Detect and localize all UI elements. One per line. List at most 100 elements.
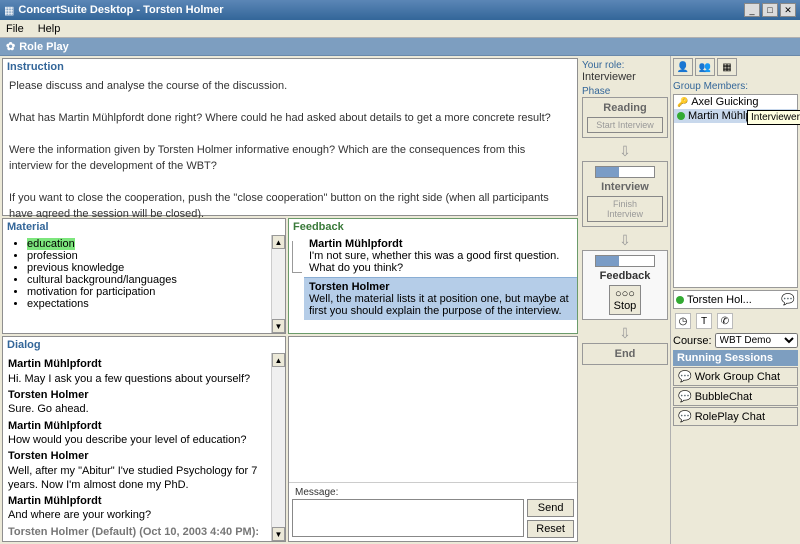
course-row: Course: WBT Demo	[673, 333, 798, 348]
close-button[interactable]: ✕	[780, 3, 796, 17]
instruction-p3: Were the information given by Torsten Ho…	[9, 143, 571, 175]
group-members-label: Group Members:	[673, 81, 798, 92]
arrow-down-icon: ⇩	[582, 325, 668, 342]
message-label: Message:	[292, 486, 574, 499]
course-select[interactable]: WBT Demo	[715, 333, 798, 348]
online-dot-icon	[676, 296, 684, 304]
minimize-button[interactable]: _	[744, 3, 760, 17]
window-title: ConcertSuite Desktop - Torsten Holmer	[14, 4, 742, 16]
maximize-button[interactable]: □	[762, 3, 778, 17]
material-panel: Material education profession previous k…	[2, 218, 286, 334]
role-tooltip: Interviewer	[747, 110, 800, 125]
chat-icon: 💬	[678, 410, 692, 423]
app-icon: ▦	[4, 4, 14, 17]
dialog-line: Sure. Go ahead.	[8, 403, 89, 415]
phase-reading: Reading Start Interview	[582, 97, 668, 138]
feedback-author: Torsten Holmer	[309, 281, 389, 293]
menu-help[interactable]: Help	[38, 23, 61, 35]
member-name: Axel Guicking	[691, 96, 758, 108]
material-item[interactable]: profession	[27, 250, 265, 262]
text-icon[interactable]: T	[696, 313, 712, 329]
instruction-label: Instruction	[3, 59, 577, 75]
session-item[interactable]: 💬 RolePlay Chat	[673, 407, 798, 426]
panel-title: ✿ Role Play	[0, 38, 800, 56]
running-sessions: Running Sessions 💬 Work Group Chat 💬 Bub…	[673, 350, 798, 426]
start-interview-button: Start Interview	[587, 117, 663, 133]
roleplay-icon: ✿	[6, 40, 15, 53]
your-role: Your role: Interviewer	[582, 60, 668, 83]
instruction-p1: Please discuss and analyse the course of…	[9, 79, 571, 95]
stop-icon: ○○○	[615, 288, 635, 300]
reset-button[interactable]: Reset	[527, 520, 574, 538]
arrow-down-icon: ⇩	[582, 232, 668, 249]
material-item[interactable]: expectations	[27, 298, 265, 310]
phone-icon[interactable]: ✆	[717, 313, 733, 329]
material-item[interactable]: motivation for participation	[27, 286, 265, 298]
member-row[interactable]: 🔑 Axel Guicking	[674, 95, 797, 109]
dialog-line: Hi. May I ask you a few questions about …	[8, 373, 250, 385]
material-scrollbar[interactable]: ▲ ▼	[271, 235, 285, 333]
speech-icon: 💬	[781, 293, 795, 306]
panel-title-text: Role Play	[19, 41, 69, 53]
online-dot-icon	[677, 112, 685, 120]
session-item[interactable]: 💬 Work Group Chat	[673, 367, 798, 386]
finish-interview-button: Finish Interview	[587, 196, 663, 222]
phase-column: Your role: Interviewer Phase Reading Sta…	[580, 56, 670, 544]
chat-icon: 💬	[678, 370, 692, 383]
right-tabs: 👤 👥 ▦	[673, 58, 798, 76]
clock-icon[interactable]: ◷	[675, 313, 691, 329]
dialog-line: How would you describe your level of edu…	[8, 434, 246, 446]
feedback-entry[interactable]: Torsten Holmer Well, the material lists …	[304, 278, 577, 320]
status-row: Torsten Hol... 💬	[673, 290, 798, 309]
phase-end: End	[582, 343, 668, 365]
dialog-scrollbar[interactable]: ▲ ▼	[271, 353, 285, 541]
feedback-panel: Feedback Martin Mühlpfordt I'm not sure,…	[288, 218, 578, 334]
tab-group-icon[interactable]: 👥	[695, 58, 715, 76]
scroll-down-icon[interactable]: ▼	[272, 527, 285, 541]
dialog-label: Dialog	[3, 337, 285, 353]
scroll-up-icon[interactable]: ▲	[272, 235, 285, 249]
window-titlebar: ▦ ConcertSuite Desktop - Torsten Holmer …	[0, 0, 800, 20]
scroll-down-icon[interactable]: ▼	[272, 319, 285, 333]
sessions-label: Running Sessions	[673, 350, 798, 366]
phase-feedback: Feedback ○○○ Stop	[582, 250, 668, 320]
instruction-text: Please discuss and analyse the course of…	[3, 75, 577, 226]
stop-button[interactable]: ○○○ Stop	[609, 285, 642, 315]
course-label: Course:	[673, 335, 712, 347]
message-input[interactable]	[292, 499, 524, 537]
dialog-speaker: Martin Mühlpfordt	[8, 494, 266, 508]
material-label: Material	[3, 219, 285, 235]
tool-row: ◷ T ✆	[673, 311, 798, 331]
phase-interview: Interview Finish Interview	[582, 161, 668, 227]
dialog-speaker: Martin Mühlpfordt	[8, 357, 266, 371]
right-sidebar: 👤 👥 ▦ Group Members: 🔑 Axel Guicking Mar…	[670, 56, 800, 544]
key-icon: 🔑	[677, 97, 688, 108]
message-panel: Message: Send Reset	[288, 336, 578, 542]
material-item[interactable]: education	[27, 238, 265, 250]
tab-video-icon[interactable]: ▦	[717, 58, 737, 76]
arrow-down-icon: ⇩	[582, 143, 668, 160]
instruction-panel: Instruction Please discuss and analyse t…	[2, 58, 578, 216]
send-button[interactable]: Send	[527, 499, 574, 517]
dialog-speaker: Torsten Holmer (Default) (Oct 10, 2003 4…	[8, 525, 266, 539]
menu-file[interactable]: File	[6, 23, 24, 35]
feedback-label: Feedback	[289, 219, 577, 235]
tab-user-icon[interactable]: 👤	[673, 58, 693, 76]
status-name: Torsten Hol...	[687, 294, 752, 306]
material-item[interactable]: previous knowledge	[27, 262, 265, 274]
material-item[interactable]: cultural background/languages	[27, 274, 265, 286]
scroll-up-icon[interactable]: ▲	[272, 353, 285, 367]
feedback-progress	[595, 255, 655, 267]
thread-line-icon	[292, 241, 302, 273]
dialog-line: And where are your working?	[8, 509, 151, 521]
dialog-line: Well, after my "Abitur" I've studied Psy…	[8, 465, 257, 491]
interview-progress	[595, 166, 655, 178]
menubar: File Help	[0, 20, 800, 38]
dialog-panel: Dialog Martin Mühlpfordt Hi. May I ask y…	[2, 336, 286, 542]
feedback-author: Martin Mühlpfordt	[309, 238, 402, 250]
feedback-text: Well, the material lists it at position …	[309, 293, 572, 317]
session-item[interactable]: 💬 BubbleChat	[673, 387, 798, 406]
feedback-entry[interactable]: Martin Mühlpfordt I'm not sure, whether …	[304, 235, 577, 278]
dialog-transcript: Martin Mühlpfordt Hi. May I ask you a fe…	[3, 353, 271, 541]
dialog-speaker: Torsten Holmer	[8, 388, 266, 402]
